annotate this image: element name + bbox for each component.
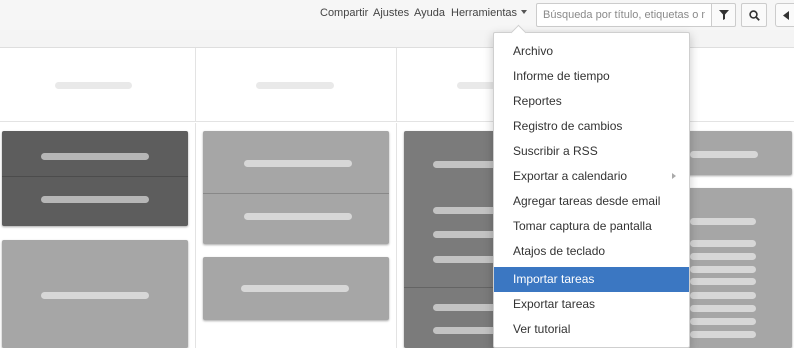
top-toolbar: Compartir Ajustes Ayuda Herramientas — [0, 0, 794, 30]
menu-item-time-report[interactable]: Informe de tiempo — [494, 64, 689, 89]
placeholder-bar — [690, 305, 756, 312]
menu-item-label: Informe de tiempo — [513, 69, 610, 83]
menu-item-label: Exportar tareas — [513, 297, 596, 311]
caret-down-icon — [521, 10, 528, 14]
placeholder-bar — [41, 153, 149, 160]
column-header — [0, 48, 196, 122]
menu-item-label: Tomar captura de pantalla — [513, 219, 652, 233]
task-card-placeholder — [686, 131, 792, 175]
share-link[interactable]: Compartir — [320, 7, 368, 19]
placeholder-bar — [244, 160, 352, 167]
menu-item-tutorial[interactable]: Ver tutorial — [494, 317, 689, 342]
placeholder-bar — [41, 196, 149, 203]
menu-item-changelog[interactable]: Registro de cambios — [494, 114, 689, 139]
task-card-placeholder — [203, 131, 389, 244]
placeholder-bar — [244, 213, 352, 220]
search-button[interactable] — [741, 3, 767, 27]
tools-label: Herramientas — [451, 7, 518, 19]
menu-item-label: Atajos de teclado — [513, 244, 606, 258]
tools-dropdown-menu: Archivo Informe de tiempo Reportes Regis… — [493, 32, 690, 348]
column-header — [196, 48, 397, 122]
menu-item-export-tasks[interactable]: Exportar tareas — [494, 292, 689, 317]
placeholder-bar — [690, 292, 756, 299]
search-icon — [748, 9, 760, 21]
settings-link[interactable]: Ajustes — [373, 7, 409, 19]
menu-item-screenshot[interactable]: Tomar captura de pantalla — [494, 214, 689, 239]
divider — [203, 193, 389, 194]
menu-item-import-tasks[interactable]: Importar tareas — [494, 267, 689, 292]
filter-icon — [718, 10, 729, 20]
task-card-placeholder — [2, 240, 188, 348]
placeholder-bar — [690, 266, 756, 273]
help-link[interactable]: Ayuda — [414, 7, 445, 19]
menu-item-label: Ver tutorial — [513, 322, 571, 336]
placeholder-bar — [690, 278, 756, 285]
task-card-placeholder — [2, 131, 188, 226]
placeholder-bar — [256, 82, 334, 89]
collapse-arrow-icon — [783, 10, 789, 20]
menu-item-label: Suscribir a RSS — [513, 144, 598, 158]
placeholder-bar — [690, 253, 756, 260]
menu-item-label: Agregar tareas desde email — [513, 194, 661, 208]
placeholder-bar — [690, 240, 756, 247]
task-card-placeholder — [686, 188, 792, 348]
placeholder-bar — [55, 82, 132, 89]
menu-item-label: Archivo — [513, 44, 554, 58]
placeholder-bar — [690, 218, 756, 225]
task-card-placeholder — [203, 257, 389, 320]
menu-item-label: Importar tareas — [513, 272, 595, 286]
filter-button[interactable] — [711, 3, 736, 27]
menu-item-shortcuts[interactable]: Atajos de teclado — [494, 239, 689, 264]
menu-item-label: Reportes — [513, 94, 562, 108]
menu-item-label: Registro de cambios — [513, 119, 623, 133]
menu-item-export-calendar[interactable]: Exportar a calendario — [494, 164, 689, 189]
placeholder-bar — [690, 318, 756, 325]
menu-item-email-tasks[interactable]: Agregar tareas desde email — [494, 189, 689, 214]
placeholder-bar — [41, 292, 149, 299]
placeholder-bar — [690, 331, 756, 338]
menu-item-reports[interactable]: Reportes — [494, 89, 689, 114]
menu-item-rss[interactable]: Suscribir a RSS — [494, 139, 689, 164]
placeholder-bar — [690, 151, 758, 158]
search-input[interactable] — [536, 3, 712, 27]
placeholder-bar — [241, 285, 349, 292]
menu-item-label: Exportar a calendario — [513, 169, 628, 183]
submenu-arrow-icon — [672, 173, 676, 179]
tools-menu-button[interactable]: Herramientas — [451, 7, 528, 19]
divider — [2, 176, 188, 177]
collapse-panel-button[interactable] — [775, 3, 794, 27]
menu-item-archive[interactable]: Archivo — [494, 39, 689, 64]
